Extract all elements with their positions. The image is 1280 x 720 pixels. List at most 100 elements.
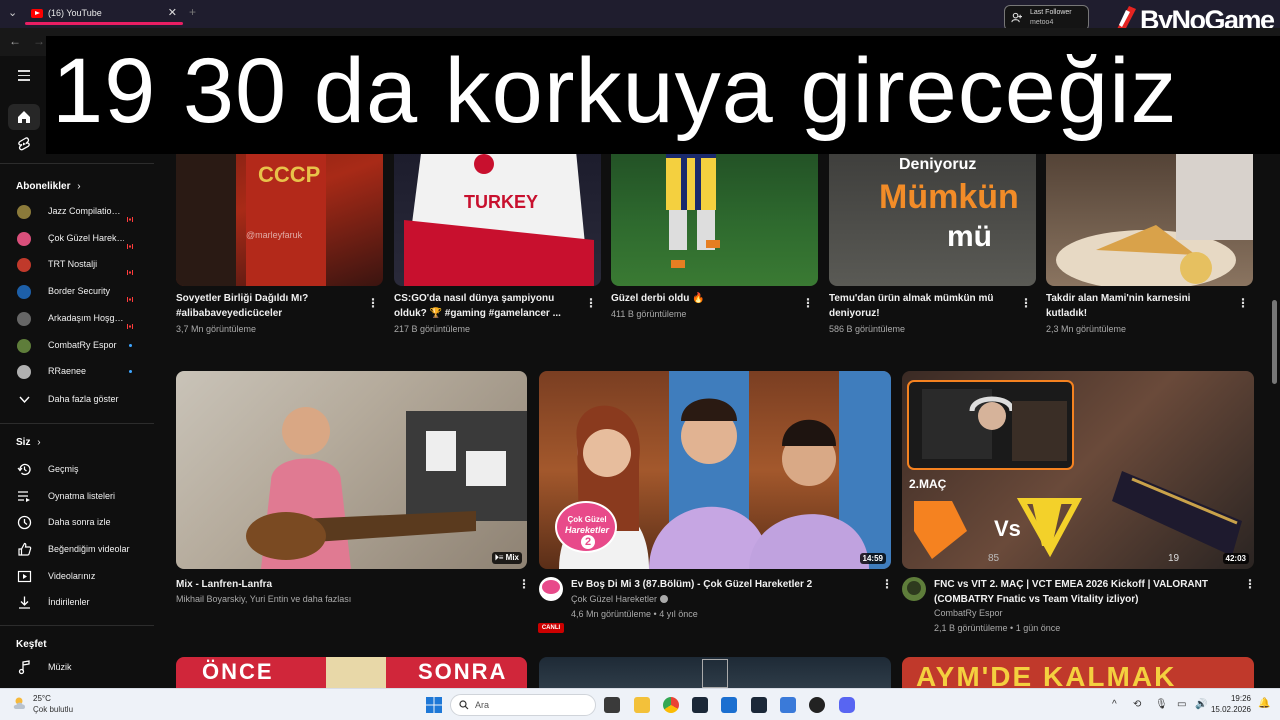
short-title[interactable]: Güzel derbi oldu 🔥 [611, 291, 791, 306]
more-options-icon[interactable]: ⋮ [585, 296, 597, 310]
history-label: Geçmiş [48, 464, 79, 474]
steam-icon[interactable] [751, 697, 767, 713]
more-options-icon[interactable]: ⋮ [1237, 296, 1249, 310]
subscription-name: CombatRy Espor [48, 339, 117, 350]
cloudy-weather-icon[interactable] [12, 696, 30, 710]
scrollbar-thumb[interactable] [1272, 300, 1277, 384]
video-channel[interactable]: Çok Güzel Hareketler [571, 592, 669, 607]
sidebar-subscription-item[interactable]: Çok Güzel Harek… [0, 227, 154, 251]
network-icon[interactable]: ▭ [1177, 699, 1186, 710]
windows-start-icon[interactable] [426, 697, 442, 713]
short-views: 2,3 Mn görüntüleme [1046, 324, 1127, 334]
channel-avatar [17, 311, 31, 326]
back-button[interactable]: ← [9, 34, 21, 48]
chevron-down-icon [19, 396, 30, 404]
sidebar-item-watch-later[interactable]: Daha sonra izle [0, 511, 154, 535]
show-more-button[interactable]: Daha fazla göster [0, 388, 154, 412]
sidebar-item-playlists[interactable]: Oynatma listeleri [0, 485, 154, 509]
short-views: 3,7 Mn görüntüleme [176, 324, 257, 334]
watch-later-label: Daha sonra izle [48, 517, 111, 527]
obs-icon[interactable] [809, 697, 825, 713]
notifications-icon[interactable]: 🔔 [1258, 698, 1270, 709]
sidebar-item-your-videos[interactable]: Videolarınız [0, 565, 154, 589]
video-thumbnail[interactable] [539, 657, 891, 688]
channel-avatar [17, 231, 31, 246]
your-videos-label: Videolarınız [48, 571, 96, 581]
more-options-icon[interactable]: ⋮ [802, 296, 814, 310]
hamburger-menu-icon[interactable] [18, 70, 30, 81]
shorts-icon[interactable] [17, 137, 31, 151]
sidebar-divider [0, 423, 154, 424]
sidebar-item-home[interactable] [8, 104, 40, 130]
you-heading[interactable]: Siz › [16, 437, 41, 448]
thumb-text: AYM'DE KALMAK [916, 661, 1177, 688]
thumb-art [326, 657, 386, 688]
notepad-icon[interactable] [780, 697, 796, 713]
subscriptions-heading[interactable]: Abonelikler › [16, 181, 81, 192]
chrome-icon[interactable] [663, 697, 679, 713]
svg-text:CCCP: CCCP [258, 162, 320, 187]
video-thumbnail[interactable]: AYM'DE KALMAK [902, 657, 1254, 688]
short-title[interactable]: Temu'dan ürün almak mümkün mü deniyoruz! [829, 291, 1009, 321]
video-thumb-art [246, 407, 527, 569]
thumb-text: mü [947, 220, 992, 253]
live-indicator-icon [127, 236, 133, 249]
subscription-name: RRaenee [48, 366, 87, 377]
duration-badge: 42:03 [1222, 553, 1249, 564]
short-title[interactable]: Sovyetler Birliği Dağıldı Mı? #alibabavey… [176, 291, 356, 321]
more-options-icon[interactable]: ⋮ [367, 296, 379, 310]
video-thumbnail[interactable]: ⏵≡ Mix [176, 371, 527, 569]
new-content-dot-icon [129, 370, 132, 374]
sidebar-item-history[interactable]: Geçmiş [0, 458, 154, 482]
tray-chevron-icon[interactable]: ^ [1112, 699, 1117, 710]
channel-avatar[interactable] [902, 577, 926, 601]
video-thumbnail[interactable]: 2.MAÇ Vs 85 19 42:03 [902, 371, 1254, 569]
taskbar-date[interactable]: 15.02.2026 [1202, 705, 1251, 714]
your-videos-icon [17, 570, 32, 583]
sidebar-item-liked[interactable]: Beğendiğim videolar [0, 538, 154, 562]
sidebar-subscription-item[interactable]: CombatRy Espor [0, 334, 154, 358]
page-scrollbar[interactable] [1271, 156, 1277, 686]
sidebar-subscription-item[interactable]: TRT Nostalji [0, 253, 154, 277]
stream-caption-text: 19 30 da korkuya gireceğiz [52, 40, 1178, 142]
tray-app-icon[interactable]: ⟲ [1133, 699, 1141, 710]
file-explorer-icon[interactable] [634, 697, 650, 713]
taskbar-clock[interactable]: 19:26 [1213, 694, 1251, 703]
sidebar-subscription-item[interactable]: Jazz Compilatio… [0, 200, 154, 224]
hud-number: 19 [1168, 553, 1180, 564]
forward-button[interactable]: → [33, 34, 45, 48]
live-indicator-icon [127, 289, 133, 303]
short-title[interactable]: Takdir alan Mami'nin karnesini kutladık! [1046, 291, 1226, 321]
sidebar-item-downloads[interactable]: İndirilenler [0, 591, 154, 615]
tab-close-icon[interactable]: ✕ [168, 6, 177, 19]
steam-icon[interactable] [692, 697, 708, 713]
video-title[interactable]: Mix - Lanfren-Lanfra [176, 577, 506, 592]
more-options-icon[interactable]: ⋮ [881, 577, 893, 591]
microphone-icon[interactable]: 🎙 [1155, 699, 1168, 710]
video-title[interactable]: FNC vs VIT 2. MAÇ | VCT EMEA 2026 Kickof… [934, 577, 1244, 607]
new-tab-button[interactable]: + [189, 5, 196, 19]
sidebar-subscription-item[interactable]: RRaenee [0, 360, 154, 384]
app-icon[interactable] [721, 697, 737, 713]
more-options-icon[interactable]: ⋮ [1020, 296, 1032, 310]
thumb-watermark: @marleyfaruk [246, 230, 303, 240]
video-thumbnail[interactable]: ÖNCE SONRA [176, 657, 527, 688]
video-title[interactable]: Ev Boş Di Mi 3 (87.Bölüm) - Çok Güzel Ha… [571, 577, 871, 592]
video-channel[interactable]: CombatRy Espor [934, 606, 1003, 621]
more-options-icon[interactable]: ⋮ [1244, 577, 1256, 591]
mix-badge: ⏵≡ Mix [491, 552, 522, 564]
channel-avatar[interactable] [539, 577, 563, 601]
live-badge: CANLI [538, 623, 564, 633]
sidebar-subscription-item[interactable]: Border Security [0, 280, 154, 304]
sidebar-subscription-item[interactable]: Arkadaşım Hoşg… [0, 307, 154, 331]
tab-list-chevron-icon[interactable]: ⌄ [8, 6, 17, 19]
discord-icon[interactable] [839, 697, 855, 713]
short-title[interactable]: CS:GO'da nasıl dünya şampiyonu olduk? 🏆 #… [394, 291, 574, 321]
video-thumbnail[interactable]: Çok Güzel Hareketler 2 14:59 [539, 371, 891, 569]
sidebar-item-music[interactable]: Müzik [0, 656, 154, 680]
video-channel[interactable]: Mikhail Boyarskiy, Yuri Entin ve daha fa… [176, 592, 351, 607]
duration-badge: 14:59 [859, 553, 886, 564]
taskbar-search-input[interactable]: Ara [450, 694, 596, 716]
task-view-icon[interactable] [604, 697, 620, 713]
more-options-icon[interactable]: ⋮ [518, 577, 530, 591]
